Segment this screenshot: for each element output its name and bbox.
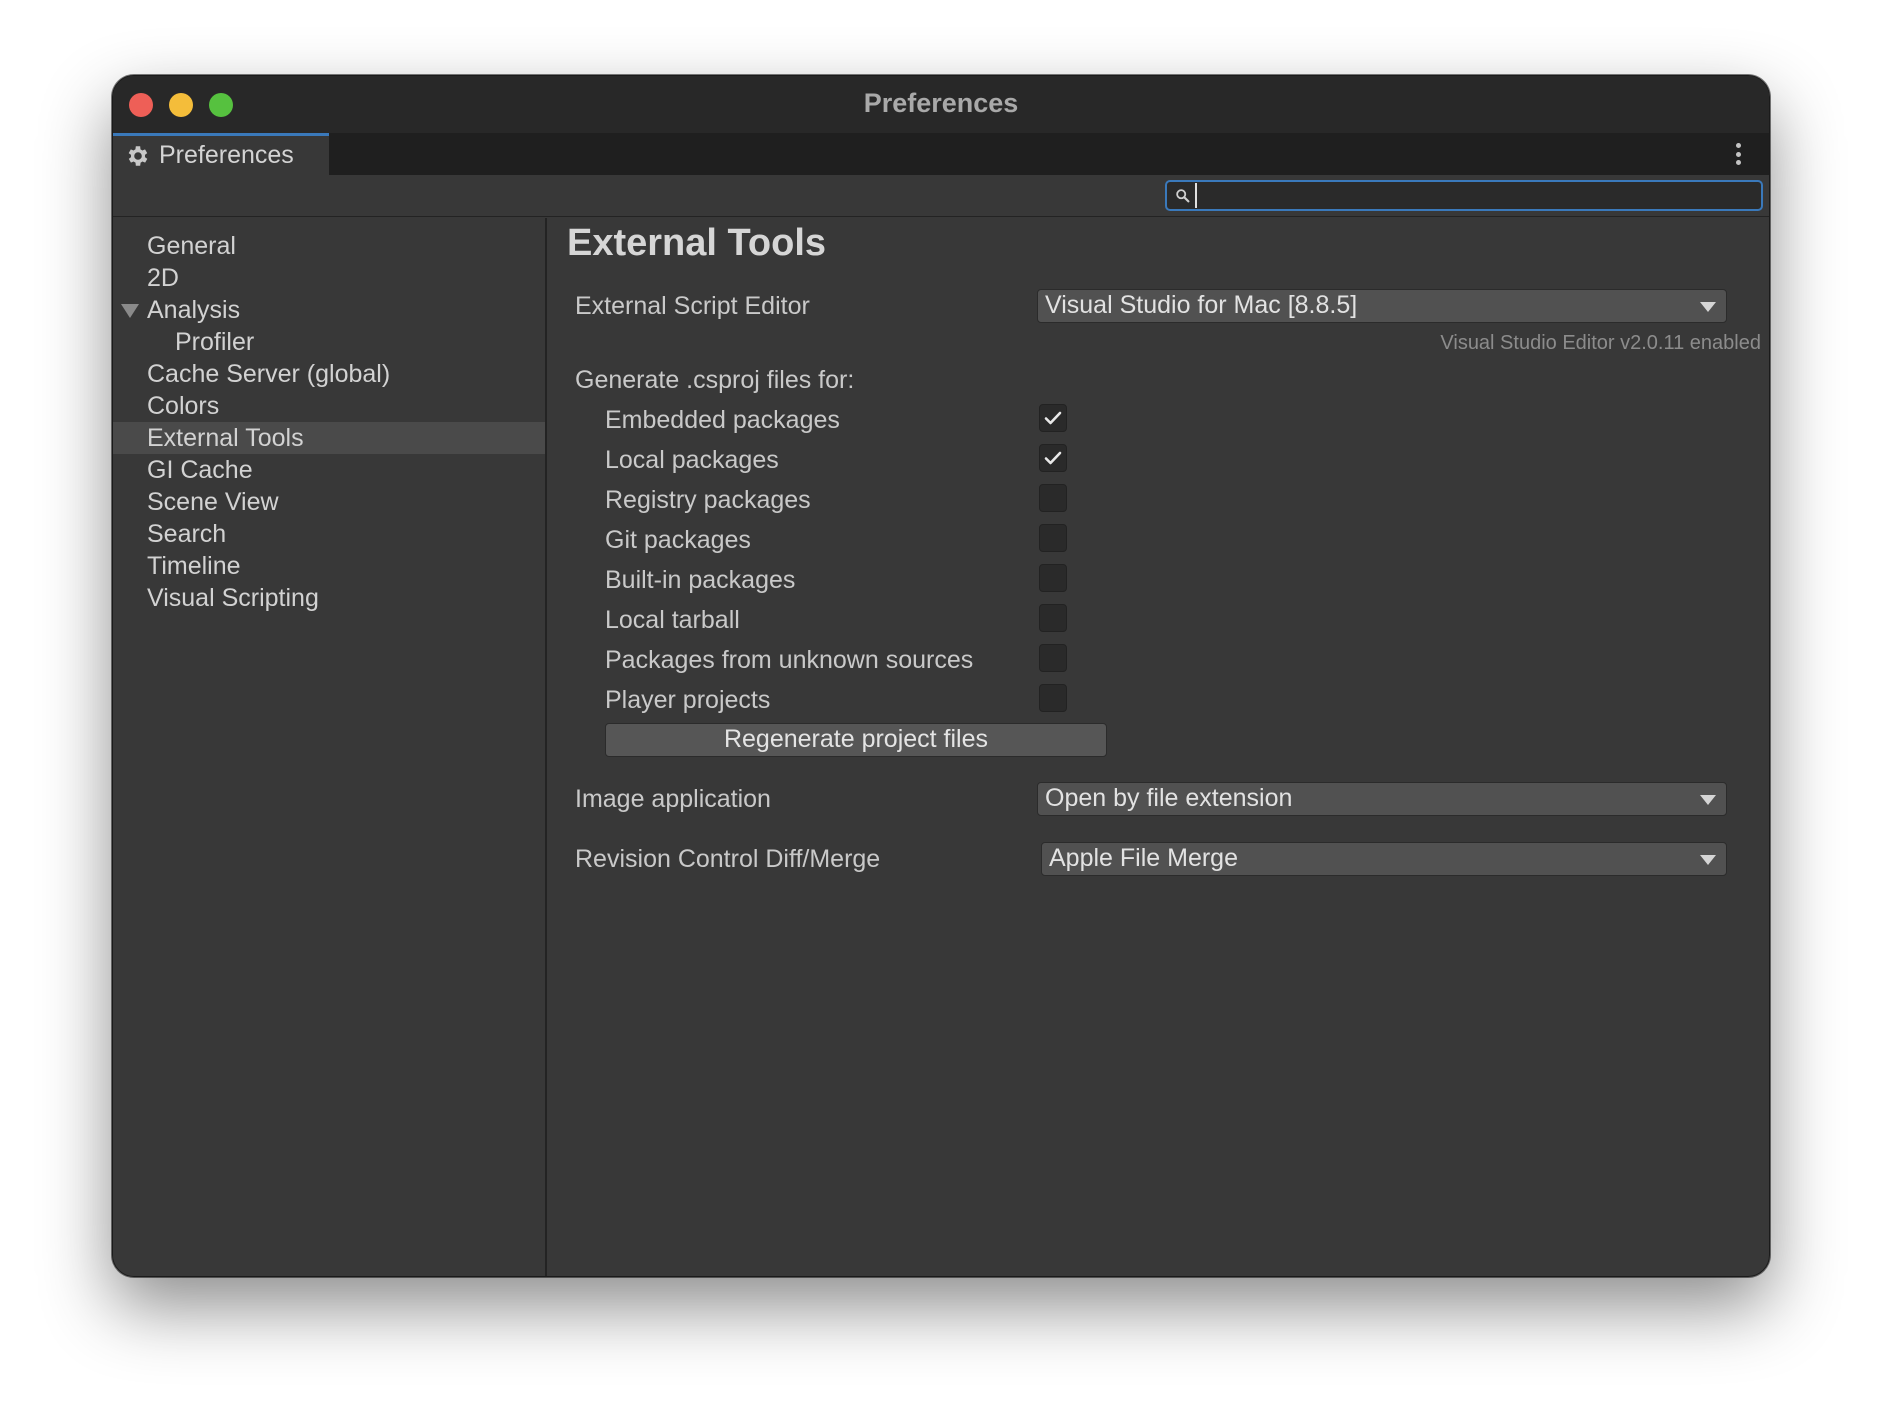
script-editor-label: External Script Editor xyxy=(575,292,810,320)
sidebar-item-search[interactable]: Search xyxy=(113,518,545,550)
more-options-icon[interactable] xyxy=(1735,143,1741,165)
checkbox-git-packages[interactable] xyxy=(1039,524,1067,552)
option-label-git: Git packages xyxy=(605,526,751,554)
generate-csproj-label: Generate .csproj files for: xyxy=(575,366,855,394)
sidebar-item-analysis[interactable]: Analysis xyxy=(113,294,545,326)
sidebar-item-scene-view[interactable]: Scene View xyxy=(113,486,545,518)
sidebar-item-profiler[interactable]: Profiler xyxy=(113,326,545,358)
checkbox-local-tarball[interactable] xyxy=(1039,604,1067,632)
checkbox-player-projects[interactable] xyxy=(1039,684,1067,712)
checkbox-builtin-packages[interactable] xyxy=(1039,564,1067,592)
diff-merge-label: Revision Control Diff/Merge xyxy=(575,845,881,873)
sidebar-item-external-tools[interactable]: External Tools xyxy=(113,422,545,454)
sidebar-item-visual-scripting[interactable]: Visual Scripting xyxy=(113,582,545,614)
regenerate-project-files-button[interactable]: Regenerate project files xyxy=(605,723,1107,757)
checkbox-registry-packages[interactable] xyxy=(1039,484,1067,512)
chevron-down-icon xyxy=(1700,302,1716,312)
option-label-builtin: Built-in packages xyxy=(605,566,796,594)
sidebar-item-cache-server[interactable]: Cache Server (global) xyxy=(113,358,545,390)
sidebar-item-timeline[interactable]: Timeline xyxy=(113,550,545,582)
chevron-down-icon xyxy=(1700,855,1716,865)
chevron-down-icon xyxy=(1700,795,1716,805)
page-title: External Tools xyxy=(567,222,827,264)
tab-label: Preferences xyxy=(159,141,294,169)
preferences-sidebar: General 2D Analysis Profiler Cache Serve… xyxy=(113,218,547,1276)
option-label-tarball: Local tarball xyxy=(605,606,740,634)
tab-preferences[interactable]: Preferences xyxy=(113,133,329,175)
search-input[interactable] xyxy=(1195,183,1755,208)
option-label-registry: Registry packages xyxy=(605,486,811,514)
foldout-arrow-icon[interactable] xyxy=(121,304,139,318)
checkbox-embedded-packages[interactable] xyxy=(1039,404,1067,432)
option-label-player: Player projects xyxy=(605,686,771,714)
checkbox-unknown-sources[interactable] xyxy=(1039,644,1067,672)
sidebar-item-gi-cache[interactable]: GI Cache xyxy=(113,454,545,486)
window-title: Preferences xyxy=(863,88,1019,118)
preferences-window: Preferences Preferences General 2D Analy… xyxy=(112,75,1770,1277)
checkmark-icon xyxy=(1044,411,1062,425)
diff-merge-dropdown[interactable]: Apple File Merge xyxy=(1041,842,1727,876)
editor-version-note: Visual Studio Editor v2.0.11 enabled xyxy=(1440,332,1761,354)
sidebar-item-general[interactable]: General xyxy=(113,230,545,262)
search-field[interactable] xyxy=(1165,180,1763,211)
search-bar xyxy=(113,175,1769,217)
option-label-embedded: Embedded packages xyxy=(605,406,840,434)
title-bar: Preferences xyxy=(113,76,1769,133)
option-label-unknown: Packages from unknown sources xyxy=(605,646,974,674)
search-icon xyxy=(1176,189,1190,203)
sidebar-item-colors[interactable]: Colors xyxy=(113,390,545,422)
option-label-local: Local packages xyxy=(605,446,779,474)
script-editor-dropdown[interactable]: Visual Studio for Mac [8.8.5] xyxy=(1037,289,1727,323)
external-tools-panel: External Tools External Script Editor Vi… xyxy=(549,218,1769,1276)
gear-icon xyxy=(128,145,148,166)
checkbox-local-packages[interactable] xyxy=(1039,444,1067,472)
sidebar-item-2d[interactable]: 2D xyxy=(113,262,545,294)
tab-bar: Preferences xyxy=(113,133,1769,175)
checkmark-icon xyxy=(1044,451,1062,465)
image-application-label: Image application xyxy=(575,785,771,813)
image-application-dropdown[interactable]: Open by file extension xyxy=(1037,782,1727,816)
